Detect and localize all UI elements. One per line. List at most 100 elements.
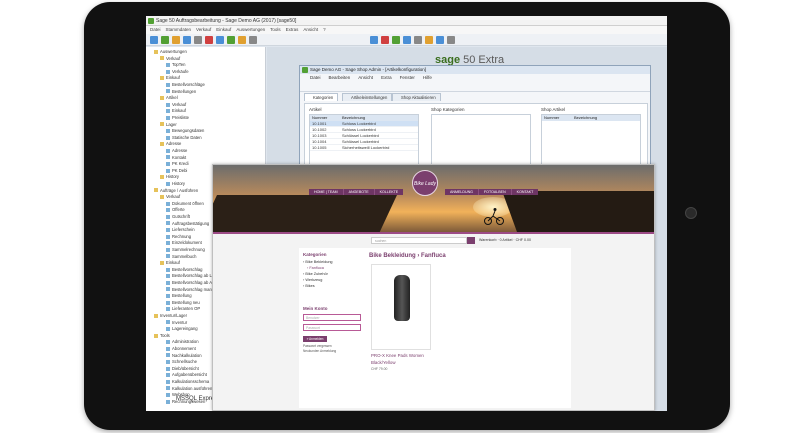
toolbar-button-icon[interactable] [381,36,389,44]
nav-link[interactable]: KOLLEKTE [375,189,404,195]
toolbar-button-icon[interactable] [172,36,180,44]
tree-item[interactable]: Statische Daten [166,135,202,141]
tree-item[interactable]: Aufträge / Ausführen [154,188,198,194]
tree-item[interactable]: Verkauf [160,194,180,200]
toolbar-button-icon[interactable] [425,36,433,44]
toolbar-button-icon[interactable] [238,36,246,44]
shop-admin-tab[interactable]: Shop Aktualisieren [392,93,441,101]
toolbar-button-icon[interactable] [150,36,158,44]
tree-item[interactable]: Kalkulation ausführen [166,386,212,392]
tree-item[interactable]: Sammelbuch [166,254,196,260]
tree-item[interactable]: Gutschrift [166,214,190,220]
tree-item[interactable]: Artikel [160,95,178,101]
tree-item[interactable]: Lieferschein [166,227,195,233]
shop-admin-menu-item[interactable]: Bearbeiten [329,75,351,80]
tree-item[interactable]: Auftragsbestätigung [166,221,209,227]
grid-row[interactable]: 10.1005 Sicherheitsweill Lockerbird [310,145,418,151]
tree-item[interactable]: Einkauf [166,108,186,114]
toolbar-button-icon[interactable] [370,36,378,44]
nav-link[interactable]: HOME | TEAM [309,189,344,195]
sage-menu-item[interactable]: Stammdaten [166,27,192,32]
tree-item[interactable]: History [160,174,179,180]
tree-item[interactable]: Bewegungsdaten [166,128,204,134]
tree-item[interactable]: Inventur [166,320,187,326]
category-link[interactable]: › Werkzeug [303,278,322,282]
tree-item[interactable]: History [166,181,185,187]
nav-link[interactable]: ANGEBOTE [344,189,375,195]
nav-link[interactable]: ANMELDUNG [445,189,479,195]
toolbar-button-icon[interactable] [194,36,202,44]
tree-item[interactable]: Administration [166,339,199,345]
tree-item[interactable]: Einkauf [160,260,180,266]
product-name[interactable]: PRO-X Knee Pads Women Black/Yellow [371,352,431,366]
nav-link[interactable]: KONTAKT [512,189,539,195]
shop-admin-menu-item[interactable]: Extra [381,75,392,80]
shop-admin-tab[interactable]: Artikeleinstellungen [342,93,393,101]
category-link[interactable]: › Bikes [303,284,315,288]
toolbar-button-icon[interactable] [161,36,169,44]
shop-admin-tab[interactable]: Kategorien [304,93,339,101]
toolbar-button-icon[interactable] [249,36,257,44]
sage-menu-item[interactable]: Datei [150,27,161,32]
register-link[interactable]: Neukunden Anmeldung [303,349,336,353]
shop-logo[interactable]: Bike Lady [412,170,438,196]
tree-item[interactable]: Sammelrechnung [166,247,205,253]
toolbar-button-icon[interactable] [447,36,455,44]
tree-item[interactable]: Inventur/Lager [154,313,187,319]
tree-item[interactable]: Einkauf [160,75,180,81]
toolbar-button-icon[interactable] [414,36,422,44]
tree-item[interactable]: Kalkulationsschema [166,379,209,385]
tree-item[interactable]: Auswertungen [154,49,187,55]
sage-menu-item[interactable]: Tools [270,27,281,32]
tree-item[interactable]: Bestellung neu [166,300,200,306]
toolbar-button-icon[interactable] [436,36,444,44]
search-input[interactable]: suchen [371,237,467,244]
shop-admin-menu-item[interactable]: Datei [310,75,321,80]
sage-menu-item[interactable]: Extras [286,27,299,32]
password-field[interactable]: Passwort [303,324,361,331]
shop-admin-menu-item[interactable]: Hilfe [423,75,432,80]
tree-item[interactable]: Adresse [166,148,187,154]
sage-menu-item[interactable]: Einkauf [216,27,231,32]
tree-item[interactable]: Bestellvorschlag manuell [166,287,218,293]
login-button[interactable]: » Anmelden [303,336,327,342]
category-link[interactable]: › Bike Zubehör [303,272,328,276]
tree-item[interactable]: Verkauf [160,56,180,62]
forgot-password-link[interactable]: Passwort vergessen [303,344,332,348]
tree-item[interactable]: Preisliste [166,115,189,121]
cart-summary[interactable]: Warenkorb · 0 Artikel · CHF 0.00 [479,237,531,244]
toolbar-button-icon[interactable] [392,36,400,44]
tree-item[interactable]: Verkäufe [166,69,189,75]
knee-pad-image[interactable] [394,275,410,321]
tree-item[interactable]: Offerte [166,207,185,213]
sage-menu-item[interactable]: ? [323,27,326,32]
tree-item[interactable]: Dokument öffnen [166,201,204,207]
tree-item[interactable]: Bestellungen [166,89,196,95]
toolbar-button-icon[interactable] [403,36,411,44]
tree-item[interactable]: Lagereingang [166,326,198,332]
search-button[interactable] [467,237,475,244]
tablet-home-button[interactable] [685,207,697,219]
shop-admin-menu-item[interactable]: Fenster [400,75,415,80]
category-link[interactable]: › Bike Bekleidung [303,260,333,264]
tree-item[interactable]: Aufgabenübersicht [166,372,207,378]
tree-item[interactable]: Einzeldokument [166,240,202,246]
toolbar-button-icon[interactable] [227,36,235,44]
nav-link[interactable]: FOTOALBEN [479,189,512,195]
tree-item[interactable]: PK Debi [166,168,187,174]
tree-item[interactable]: TopTen [166,62,186,68]
tree-item[interactable]: Kontakt [166,155,186,161]
tree-item[interactable]: Lieferanten OP [166,306,200,312]
tree-item[interactable]: Nachkalkulation [166,353,202,359]
tree-item[interactable]: Schnellsuche [166,359,197,365]
tree-item[interactable]: Lager [160,122,177,128]
product-card[interactable] [371,264,431,350]
tree-item[interactable]: Tools [154,333,170,339]
sage-menu-item[interactable]: Ansicht [303,27,318,32]
tree-item[interactable]: PK Kredi [166,161,189,167]
tree-item[interactable]: Bestellung [166,293,192,299]
tree-item[interactable]: Bestellvorschlag [166,267,203,273]
sage-menu-item[interactable]: Auswertungen [236,27,265,32]
tree-item[interactable]: Dieb/übersicht [166,366,199,372]
toolbar-button-icon[interactable] [216,36,224,44]
